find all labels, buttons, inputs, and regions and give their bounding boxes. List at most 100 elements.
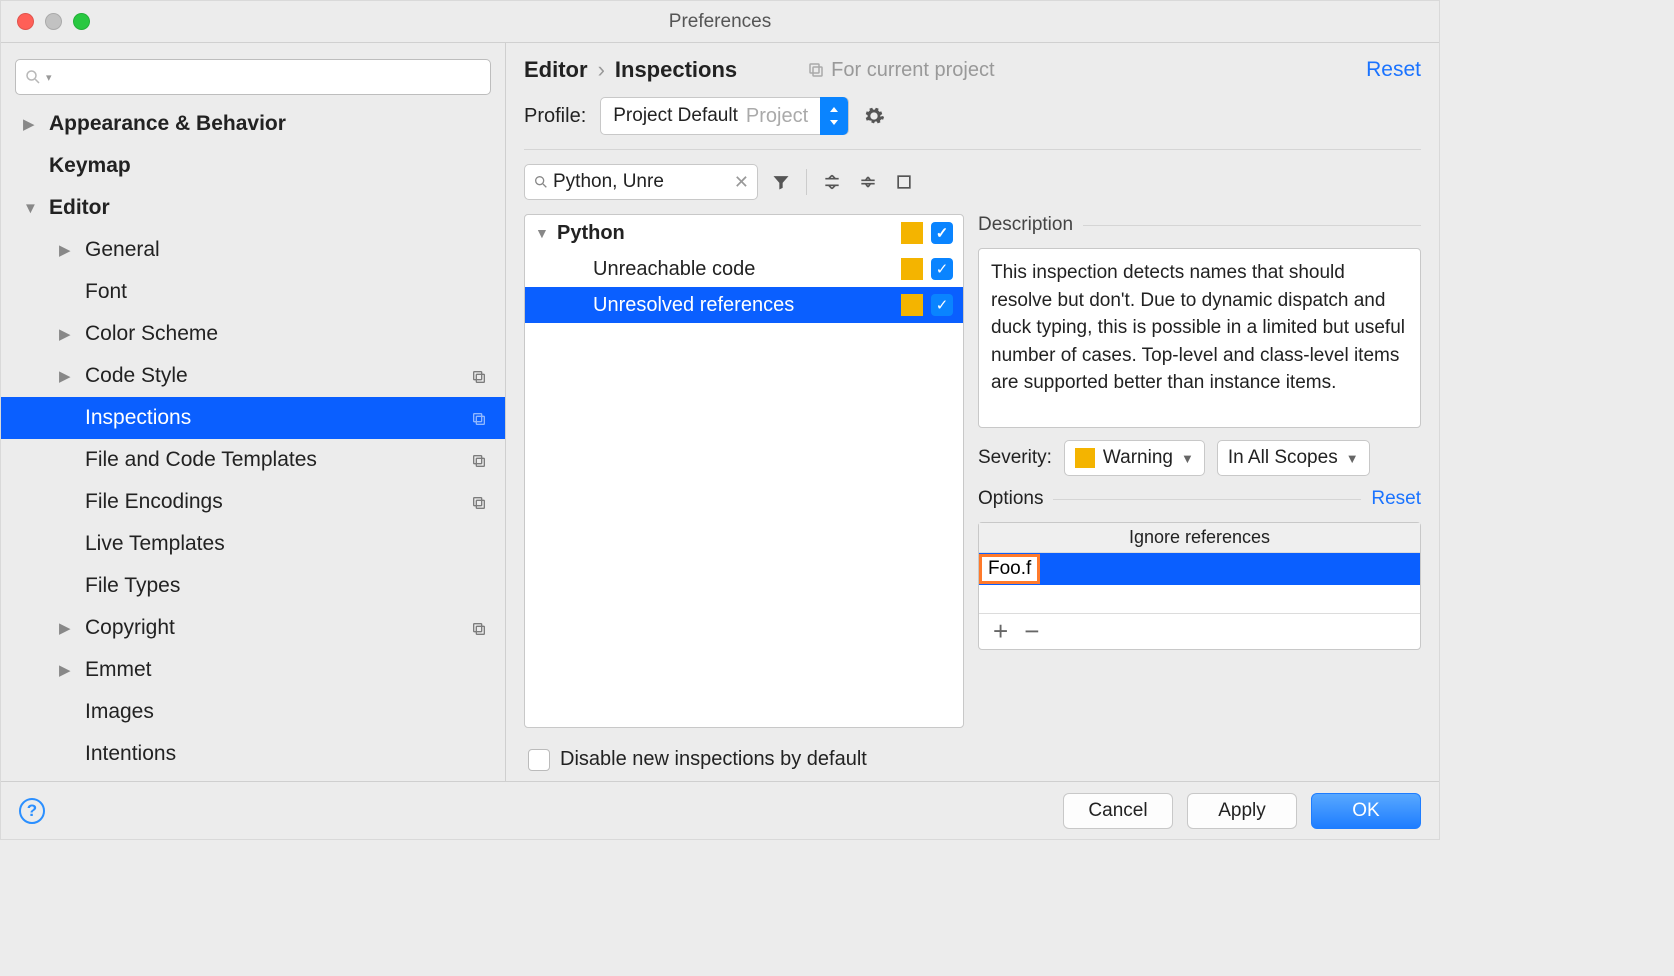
sidebar-item-label: Emmet [85,658,505,682]
apply-button[interactable]: Apply [1187,793,1297,829]
chevron-icon: ▶ [23,115,41,133]
reset-view-icon[interactable] [891,169,917,195]
options-title: Options [978,488,1043,510]
sidebar-item-label: Copyright [85,616,471,640]
ignore-references-box: Ignore references Foo.f + − [978,522,1421,650]
severity-color-swatch [1075,448,1095,468]
inspections-toolbar: Python, Unre ✕ [524,164,1421,200]
collapse-all-icon[interactable] [855,169,881,195]
preferences-window: Preferences ▾ ▶ Appearance & Behavior Keym… [0,0,1440,840]
severity-swatch [901,258,923,280]
sidebar-item-appearance-behavior[interactable]: ▶ Appearance & Behavior [1,103,505,145]
divider [524,149,1421,150]
sidebar-item-label: Inspections [85,406,471,430]
project-scope-icon [471,619,489,637]
chevron-icon: ▶ [59,367,77,385]
chevron-right-icon: › [598,57,605,83]
description-text: This inspection detects names that shoul… [978,248,1421,428]
sidebar-item-label: Color Scheme [85,322,505,346]
profile-select[interactable]: Project Default Project [600,97,849,135]
remove-icon[interactable]: − [1024,616,1039,647]
window-title: Preferences [1,11,1439,33]
sidebar-item-intentions[interactable]: Intentions [1,733,505,775]
ignore-reference-value[interactable]: Foo.f [979,554,1040,584]
sidebar-item-inspections[interactable]: Inspections [1,397,505,439]
ignore-reference-row[interactable]: Foo.f [979,553,1420,585]
filter-icon[interactable] [768,169,794,195]
filter-input[interactable]: Python, Unre ✕ [524,164,758,200]
breadcrumb-parent[interactable]: Editor [524,57,588,83]
inspection-group-python[interactable]: ▼ Python ✓ [525,215,963,251]
sidebar-item-editor[interactable]: ▼Editor [1,187,505,229]
copy-icon [807,61,825,79]
search-icon [533,174,549,190]
description-title: Description [978,214,1073,236]
ignore-references-header: Ignore references [979,523,1420,553]
ok-button[interactable]: OK [1311,793,1421,829]
sidebar-item-keymap[interactable]: Keymap [1,145,505,187]
sidebar-item-label: Appearance & Behavior [49,112,505,136]
sidebar-item-font[interactable]: Font [1,271,505,313]
inspection-unresolved-references[interactable]: Unresolved references ✓ [525,287,963,323]
content-pane: Editor › Inspections For current project… [506,43,1439,781]
sidebar: ▾ ▶ Appearance & Behavior Keymap ▼Editor ▶ Ge… [1,43,506,781]
sidebar-item-label: Keymap [49,154,505,178]
dialog-footer: ? Cancel Apply OK [1,781,1439,839]
chevron-down-icon: ▼ [535,225,553,241]
breadcrumb-current: Inspections [615,57,737,83]
chevron-icon: ▼ [23,200,41,217]
expand-all-icon[interactable] [819,169,845,195]
for-current-project-label: For current project [807,59,994,82]
enable-checkbox[interactable]: ✓ [931,258,953,280]
enable-checkbox[interactable]: ✓ [931,294,953,316]
chevron-down-icon: ▼ [1181,451,1194,466]
sidebar-item-color-scheme[interactable]: ▶ Color Scheme [1,313,505,355]
sidebar-item-label: File Types [85,574,505,598]
search-icon [24,68,42,86]
help-button[interactable]: ? [19,798,45,824]
sidebar-item-general[interactable]: ▶ General [1,229,505,271]
sidebar-item-file-encodings[interactable]: File Encodings [1,481,505,523]
sidebar-item-label: Images [85,700,505,724]
cancel-button[interactable]: Cancel [1063,793,1173,829]
sidebar-item-label: Live Templates [85,532,505,556]
search-dropdown-icon: ▾ [46,71,52,84]
sidebar-search[interactable]: ▾ [15,59,491,95]
severity-label: Severity: [978,447,1052,469]
profile-label: Profile: [524,105,586,128]
sidebar-item-copyright[interactable]: ▶ Copyright [1,607,505,649]
sidebar-item-live-templates[interactable]: Live Templates [1,523,505,565]
sidebar-item-label: Code Style [85,364,471,388]
sidebar-item-file-types[interactable]: File Types [1,565,505,607]
settings-tree: ▶ Appearance & Behavior Keymap ▼Editor ▶ Gene… [1,103,505,775]
severity-swatch [901,222,923,244]
inspection-unreachable-code[interactable]: Unreachable code ✓ [525,251,963,287]
disable-new-inspections-checkbox[interactable] [528,749,550,771]
chevron-icon: ▶ [59,619,77,637]
enable-checkbox[interactable]: ✓ [931,222,953,244]
project-scope-icon [471,409,489,427]
severity-select[interactable]: Warning ▼ [1064,440,1205,476]
clear-filter-icon[interactable]: ✕ [734,172,749,193]
sidebar-item-label: File Encodings [85,490,471,514]
gear-icon[interactable] [863,105,885,127]
project-scope-icon [471,367,489,385]
sidebar-item-label: Intentions [85,742,505,766]
chevron-icon: ▶ [59,661,77,679]
add-icon[interactable]: + [993,616,1008,647]
severity-swatch [901,294,923,316]
sidebar-item-label: General [85,238,505,262]
sidebar-item-emmet[interactable]: ▶ Emmet [1,649,505,691]
sidebar-item-label: File and Code Templates [85,448,471,472]
chevron-icon: ▶ [59,325,77,343]
inspections-tree[interactable]: ▼ Python ✓ Unreachable code ✓ Unresolved… [524,214,964,728]
reset-link[interactable]: Reset [1366,58,1421,82]
chevron-icon: ▶ [59,241,77,259]
sidebar-item-code-style[interactable]: ▶ Code Style [1,355,505,397]
disable-new-inspections-label: Disable new inspections by default [560,748,867,771]
select-arrows-icon [820,97,848,135]
options-reset-link[interactable]: Reset [1371,488,1421,510]
sidebar-item-file-and-code-templates[interactable]: File and Code Templates [1,439,505,481]
sidebar-item-images[interactable]: Images [1,691,505,733]
scope-select[interactable]: In All Scopes ▼ [1217,440,1370,476]
